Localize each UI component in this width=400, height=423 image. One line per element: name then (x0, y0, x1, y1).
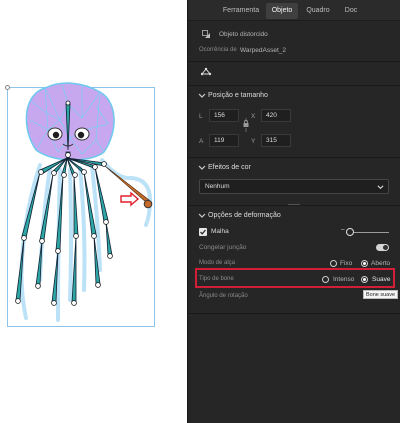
mesh-label: Malha (211, 228, 229, 235)
select-value: Nenhum (205, 183, 230, 190)
mesh-slider-minus: – (341, 226, 345, 233)
tab-tool[interactable]: Ferramenta (220, 3, 262, 19)
color-effect-select[interactable]: Nenhum (199, 179, 389, 194)
bone-type-radio-hard[interactable] (322, 276, 329, 283)
section-title: Opções de deformação (208, 212, 281, 219)
mesh-checkbox[interactable] (199, 228, 207, 236)
section-position-size[interactable]: Posição e tamanho (187, 85, 400, 105)
link-icon[interactable] (242, 118, 250, 132)
section-title: Posição e tamanho (208, 92, 268, 99)
stage-canvas[interactable] (0, 0, 187, 423)
x-label: X (251, 113, 256, 120)
y-label: Y (251, 138, 256, 145)
handle-mode-radio-fixed[interactable] (330, 260, 337, 267)
bone-type-label: Tipo de bone (199, 276, 234, 282)
handle-mode-radio-open[interactable] (361, 260, 368, 267)
bone-type-option-smooth: Suave (372, 276, 391, 283)
height-label: A (199, 138, 204, 145)
freeze-joint-toggle[interactable] (376, 244, 389, 251)
freeze-joint-label: Congelar junção (199, 244, 247, 251)
mesh-slider-handle[interactable] (346, 228, 354, 236)
jellyfish-head (25, 82, 115, 161)
warped-object-icon (202, 30, 210, 38)
tab-doc[interactable]: Doc (338, 3, 364, 19)
panel-tabs: Ferramenta Objeto Quadro Doc (188, 0, 400, 21)
x-field[interactable]: 420 (261, 109, 291, 122)
section-color-effects[interactable]: Efeitos de cor (187, 157, 400, 177)
section-deform-options[interactable]: Opções de deformação (187, 205, 400, 225)
instance-name[interactable]: WarpedAsset_2 (240, 47, 286, 54)
height-field[interactable]: 119 (209, 134, 239, 147)
checkmark-icon (200, 229, 206, 235)
bone-type-option-hard: Intenso (333, 276, 355, 283)
chevron-down-icon (198, 93, 206, 98)
bone-type-tooltip: Bone suave (363, 290, 399, 299)
rotation-angle-label: Ângulo de rotação (199, 293, 248, 299)
y-field[interactable]: 315 (261, 134, 291, 147)
bone-type-radio-smooth[interactable] (361, 276, 368, 283)
section-title: Efeitos de cor (208, 164, 251, 171)
arrow-right-icon (120, 191, 140, 207)
tab-frame[interactable]: Quadro (302, 3, 334, 19)
chevron-down-icon (198, 213, 206, 218)
handle-mode-option-fixed: Fixo (340, 260, 353, 267)
tab-object[interactable]: Objeto (266, 3, 298, 19)
width-label: L (199, 113, 203, 120)
width-field[interactable]: 156 (209, 109, 239, 122)
jellyfish-illustration[interactable] (0, 0, 187, 423)
object-type-label: Objeto distorcido (219, 31, 268, 38)
mesh-tool-icon[interactable] (201, 67, 212, 76)
handle-mode-label: Modo de alça (199, 260, 236, 266)
chevron-down-icon (377, 185, 384, 190)
handle-mode-option-open: Aberto (371, 260, 391, 267)
instance-caption: Ocorrência de (199, 47, 237, 53)
chevron-down-icon (198, 165, 206, 170)
